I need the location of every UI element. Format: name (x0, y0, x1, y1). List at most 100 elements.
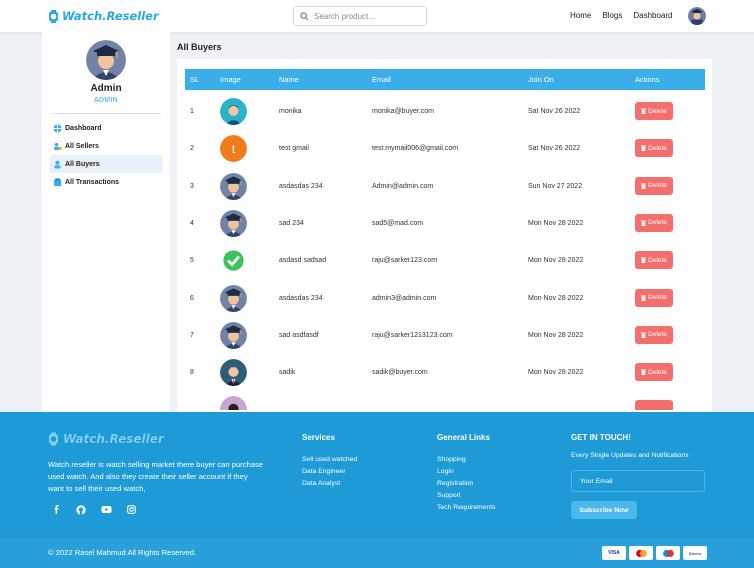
sidebar-item-buyers[interactable]: All Buyers (50, 155, 163, 173)
row-join-date: Sun Nov 27 2022 (528, 182, 583, 190)
sidebar-item-transactions[interactable]: All Transactions (50, 173, 163, 191)
table-row (185, 391, 705, 411)
general-link[interactable]: Registration (437, 478, 496, 490)
footer-brand[interactable]: Watch.Reseller (48, 432, 164, 446)
row-name: asdasd sadsad (279, 257, 327, 265)
delete-button[interactable]: Delete (635, 176, 673, 195)
services-link[interactable]: Sell used watched (302, 454, 357, 466)
mastercard-icon (629, 546, 653, 560)
row-join-date: Mon Nov 28 2022 (528, 369, 584, 377)
row-email: admin3@admin.com (372, 294, 437, 302)
row-sl: 4 (190, 219, 194, 227)
delete-button[interactable]: Delete (635, 288, 673, 307)
column-header-image: Image (220, 75, 241, 84)
nav-links: Home Blogs Dashboard (570, 11, 673, 20)
row-email: raju@sarker1213123.com (372, 331, 453, 339)
column-header-actions: Actions (635, 75, 660, 84)
delete-button[interactable]: Delete (635, 102, 673, 120)
row-name: sad 234 (279, 219, 304, 227)
delete-button[interactable]: Delete (635, 363, 673, 382)
delete-button[interactable]: Delete (635, 251, 673, 270)
row-sl: 6 (190, 294, 194, 302)
search-box[interactable] (293, 6, 427, 26)
buyers-icon (54, 160, 61, 169)
facebook-icon[interactable] (52, 505, 61, 514)
watch-icon (49, 9, 58, 23)
row-sl: 7 (190, 331, 194, 339)
brand-logo[interactable]: Watch.Reseller (48, 9, 159, 23)
column-header-email: Email (372, 75, 391, 84)
bottom-bar: © 2022 Rasel Mahmud All Rights Reserved.… (0, 538, 754, 568)
page-title: All Buyers (177, 42, 222, 52)
table-row: 8 sadik sadik@buyer.com Mon Nov 28 2022 Dele… (185, 354, 705, 391)
user-avatar[interactable] (688, 7, 706, 25)
top-navbar: Watch.Reseller Home Blogs Dashboard (0, 0, 754, 32)
sidebar-item-label: All Buyers (65, 160, 100, 168)
row-sl: 8 (190, 369, 194, 377)
search-icon (300, 11, 309, 20)
general-link[interactable]: Login (437, 466, 496, 478)
buyer-avatar (220, 396, 247, 411)
table-row: 3 asdasdas 234 Admin@admin.com Sun Nov 27 2… (185, 168, 705, 205)
buyers-table: SL Image Name Email Join On Actions 1 mon… (177, 59, 712, 412)
row-name: asdasdas 234 (279, 294, 323, 302)
github-icon[interactable] (76, 505, 86, 515)
row-join-date: Mon Nov 28 2022 (528, 331, 584, 339)
table-row: 1 monika monika@buyer.com Sat Nov 26 2022 De… (185, 93, 705, 130)
trash-icon (641, 108, 647, 114)
general-link[interactable]: Tech Requirements (437, 502, 496, 514)
copyright: © 2022 Rasel Mahmud All Rights Reserved. (48, 548, 197, 557)
brand-name: Watch.Reseller (62, 9, 159, 23)
delete-button[interactable]: Delete (635, 213, 673, 232)
row-sl: 3 (190, 182, 194, 190)
services-link[interactable]: Data Engineer (302, 466, 357, 478)
maestro-card-icon (656, 546, 680, 560)
subscribe-button[interactable]: Subscribe Now (571, 501, 637, 519)
table-row: 4 sad 234 sad5@mad.com Mon Nov 28 2022 Delet… (185, 205, 705, 242)
buyer-avatar (220, 98, 247, 125)
visa-card-icon: VISA (602, 546, 626, 560)
admin-avatar (86, 40, 126, 80)
social-links (52, 505, 136, 515)
newsletter-email-input[interactable] (571, 470, 705, 492)
nav-link-blogs[interactable]: Blogs (602, 11, 622, 20)
diners-card-icon: Diners (683, 546, 707, 560)
instagram-icon[interactable] (127, 505, 136, 514)
buyer-avatar (220, 172, 247, 200)
column-header-join-on: Join On (528, 75, 554, 84)
row-email: sadik@buyer.com (372, 369, 428, 377)
watch-icon (49, 432, 58, 446)
sidebar-item-dashboard[interactable]: Dashboard (50, 119, 163, 137)
row-name: sadik (279, 369, 296, 377)
row-sl: 2 (190, 145, 194, 153)
row-name: monika (279, 108, 302, 115)
delete-button[interactable]: Delete (635, 325, 673, 344)
nav-link-home[interactable]: Home (570, 11, 591, 20)
sidebar-divider (52, 113, 161, 114)
sidebar-item-sellers[interactable]: All Sellers (50, 137, 163, 155)
general-link[interactable]: Support (437, 490, 496, 502)
row-email: Admin@admin.com (372, 182, 434, 190)
youtube-icon[interactable] (101, 505, 112, 514)
row-join-date: Sat Nov 26 2022 (528, 145, 581, 153)
general-link[interactable]: Shopping (437, 454, 496, 466)
footer-description: Watch.reseller is watch selling market t… (48, 460, 263, 493)
sidebar-item-label: Dashboard (65, 124, 102, 132)
transactions-icon (53, 177, 62, 186)
buyer-avatar (220, 359, 247, 387)
table-header: SL Image Name Email Join On Actions (185, 69, 705, 90)
row-sl: 1 (190, 108, 194, 115)
services-title: Services (302, 433, 335, 442)
delete-button[interactable]: Delete (635, 139, 673, 158)
services-link[interactable]: Data Analyst (302, 478, 357, 490)
row-email: sad5@mad.com (372, 219, 424, 227)
row-email: raju@sarker123.com (372, 257, 438, 265)
row-join-date: Mon Nov 28 2022 (528, 257, 584, 265)
delete-button[interactable] (635, 400, 673, 411)
table-row: 5 asdasd sadsad raju@sarker123.com Mon Nov … (185, 242, 705, 279)
buyer-avatar (220, 247, 247, 275)
nav-link-dashboard[interactable]: Dashboard (633, 11, 672, 20)
row-name: sad asdfasdf (279, 331, 319, 339)
buyer-avatar (220, 284, 247, 312)
search-input[interactable] (314, 11, 419, 21)
